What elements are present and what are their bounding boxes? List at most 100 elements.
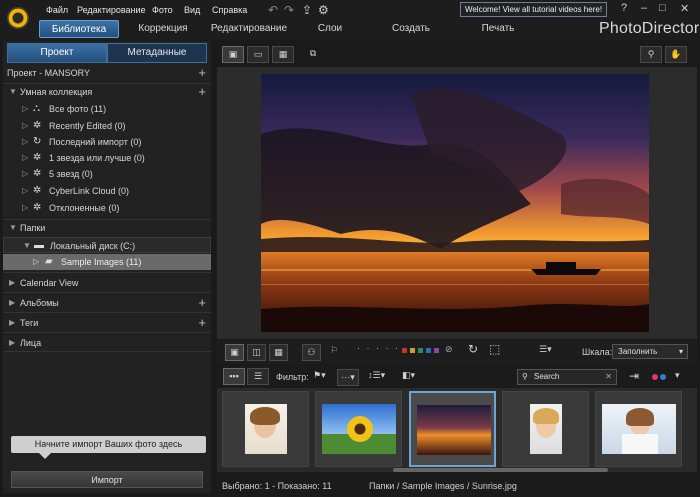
help-icon[interactable]: ? <box>621 2 627 14</box>
caret-right-icon[interactable]: ▶ <box>9 333 15 353</box>
folders-header[interactable]: ▼ Папки <box>3 219 211 235</box>
tab-project[interactable]: Проект <box>7 43 107 63</box>
tab-layers[interactable]: Слои <box>308 20 352 38</box>
menu-help[interactable]: Справка <box>212 5 247 15</box>
caret-right-icon[interactable]: ▷ <box>22 166 28 182</box>
caret-down-icon[interactable]: ▼ <box>9 220 17 236</box>
label-color-red[interactable] <box>402 348 407 353</box>
fullscreen-icon[interactable]: ⬚ <box>489 342 500 356</box>
collection-rejected[interactable]: ▷ ✲ Отклоненные (0) <box>3 200 211 216</box>
thumbnail-strip-icon[interactable]: ▪▪▪ <box>223 368 245 385</box>
faces-header[interactable]: ▶ Лица <box>3 332 211 352</box>
add-project-icon[interactable]: + <box>198 65 206 80</box>
minimize-button[interactable]: – <box>641 2 647 14</box>
thumbnail-portrait-2[interactable] <box>502 391 589 467</box>
upload-icon[interactable]: ⇪ <box>302 3 312 17</box>
rotate-icon[interactable]: ↻ <box>468 342 478 356</box>
caret-right-icon[interactable]: ▷ <box>22 200 28 216</box>
add-album-icon[interactable]: + <box>198 293 206 313</box>
flag-icon[interactable]: ⚐ <box>330 345 338 356</box>
tags-header[interactable]: ▶ Теги + <box>3 312 211 332</box>
clear-search-icon[interactable]: ✕ <box>605 370 612 384</box>
menu-view[interactable]: Вид <box>184 5 200 15</box>
sort-order-icon[interactable]: ↕☰▾ <box>368 370 385 381</box>
add-tag-icon[interactable]: + <box>198 313 206 333</box>
collection-one-star[interactable]: ▷ ✲ 1 звезда или лучше (0) <box>3 150 211 166</box>
menu-file[interactable]: Файл <box>46 5 68 15</box>
collection-five-stars[interactable]: ▷ ✲ 5 звезд (0) <box>3 166 211 182</box>
caret-right-icon[interactable]: ▶ <box>9 293 15 313</box>
color-dot-blue-icon[interactable] <box>660 374 666 380</box>
menu-edit[interactable]: Редактирование <box>77 5 146 15</box>
label-color-blue[interactable] <box>426 348 431 353</box>
settings-gear-icon[interactable]: ⚙ <box>318 3 329 17</box>
caret-right-icon[interactable]: ▷ <box>22 134 28 150</box>
search-input[interactable]: ⚲ Search ✕ <box>517 369 617 385</box>
sort-menu-icon[interactable]: ☰▾ <box>539 344 552 355</box>
calendar-view-header[interactable]: ▶ Calendar View <box>3 272 211 292</box>
label-color-yellow[interactable] <box>410 348 415 353</box>
collection-all-photos[interactable]: ▷ ⛬ Все фото (11) <box>3 101 211 117</box>
view-grid-icon[interactable]: ▦ <box>272 46 294 63</box>
sunset-photo[interactable] <box>261 74 649 332</box>
caret-right-icon[interactable]: ▷ <box>22 101 28 117</box>
view-viewer-icon[interactable]: ▭ <box>247 46 269 63</box>
folder-label: Локальный диск (C:) <box>50 241 136 251</box>
thumbnail-sunflower[interactable] <box>315 391 402 467</box>
view-single-icon[interactable]: ▣ <box>222 46 244 63</box>
import-button[interactable]: Импорт <box>11 471 203 488</box>
label-color-purple[interactable] <box>434 348 439 353</box>
color-dot-red-icon[interactable] <box>652 374 658 380</box>
caret-right-icon[interactable]: ▷ <box>22 118 28 134</box>
filmstrip-scrollbar[interactable] <box>393 468 608 472</box>
tab-print[interactable]: Печать <box>470 20 526 38</box>
hand-tool-icon[interactable]: ✋ <box>665 46 687 63</box>
caret-right-icon[interactable]: ▷ <box>22 183 28 199</box>
tab-create[interactable]: Создать <box>385 20 437 38</box>
tutorial-welcome-banner[interactable]: Welcome! View all tutorial videos here! <box>460 2 607 17</box>
thumbnail-portrait-3[interactable] <box>595 391 682 467</box>
maximize-button[interactable]: □ <box>659 2 666 14</box>
caret-right-icon[interactable]: ▶ <box>9 313 15 333</box>
caret-right-icon[interactable]: ▶ <box>9 273 15 293</box>
tab-library[interactable]: Библиотека <box>39 20 119 38</box>
face-tag-icon[interactable]: ⚇ <box>302 344 321 361</box>
multi-view-icon[interactable]: ▦ <box>269 344 288 361</box>
albums-header[interactable]: ▶ Альбомы + <box>3 292 211 312</box>
collection-recently-edited[interactable]: ▷ ✲ Recently Edited (0) <box>3 118 211 134</box>
tab-metadata[interactable]: Метаданные <box>107 43 207 63</box>
caret-down-icon[interactable]: ▼ <box>9 84 17 100</box>
tab-edit[interactable]: Редактирование <box>205 20 293 38</box>
star-rating[interactable]: · · · · · <box>357 343 400 353</box>
tab-adjustment[interactable]: Коррекция <box>130 20 196 38</box>
menu-photo[interactable]: Фото <box>152 5 173 15</box>
app-logo-icon[interactable] <box>7 7 29 29</box>
caret-right-icon[interactable]: ▷ <box>22 150 28 166</box>
close-button[interactable]: ✕ <box>680 2 689 15</box>
compare-view-icon[interactable]: ◫ <box>247 344 266 361</box>
caret-right-icon[interactable]: ▷ <box>33 254 39 270</box>
collection-last-import[interactable]: ▷ ↻ Последний импорт (0) <box>3 134 211 150</box>
thumbnail-portrait-1[interactable] <box>222 391 309 467</box>
smart-collection-header[interactable]: ▼ Умная коллекция + <box>3 83 211 99</box>
redo-icon[interactable]: ↷ <box>284 3 294 17</box>
rating-filter-dropdown[interactable]: ···▾ <box>337 369 359 386</box>
flag-filter-icon[interactable]: ⚑▾ <box>313 370 326 381</box>
clear-label-icon[interactable]: ⊘ <box>445 344 453 355</box>
label-color-green[interactable] <box>418 348 423 353</box>
list-view-icon[interactable]: ☰ <box>247 368 269 385</box>
export-icon[interactable]: ⇥ <box>629 369 639 383</box>
view-second-display-icon[interactable]: ⧉ <box>302 46 324 63</box>
single-view-icon[interactable]: ▣ <box>225 344 244 361</box>
label-filter-icon[interactable]: ◧▾ <box>402 370 415 381</box>
add-smart-collection-icon[interactable]: + <box>198 84 206 99</box>
zoom-tool-icon[interactable]: ⚲ <box>640 46 662 63</box>
undo-icon[interactable]: ↶ <box>268 3 278 17</box>
collection-cyberlink-cloud[interactable]: ▷ ✲ CyberLink Cloud (0) <box>3 183 211 199</box>
caret-down-icon[interactable]: ▼ <box>23 238 31 254</box>
thumbnail-sunrise[interactable] <box>409 391 496 467</box>
folder-local-disk[interactable]: ▼ ▬ Локальный диск (C:) <box>3 237 211 253</box>
folder-sample-images[interactable]: ▷ ▰ Sample Images (11) <box>3 254 211 270</box>
zoom-select[interactable]: Заполнить ▾ <box>612 344 688 359</box>
more-options-icon[interactable]: ▾ <box>675 370 680 381</box>
